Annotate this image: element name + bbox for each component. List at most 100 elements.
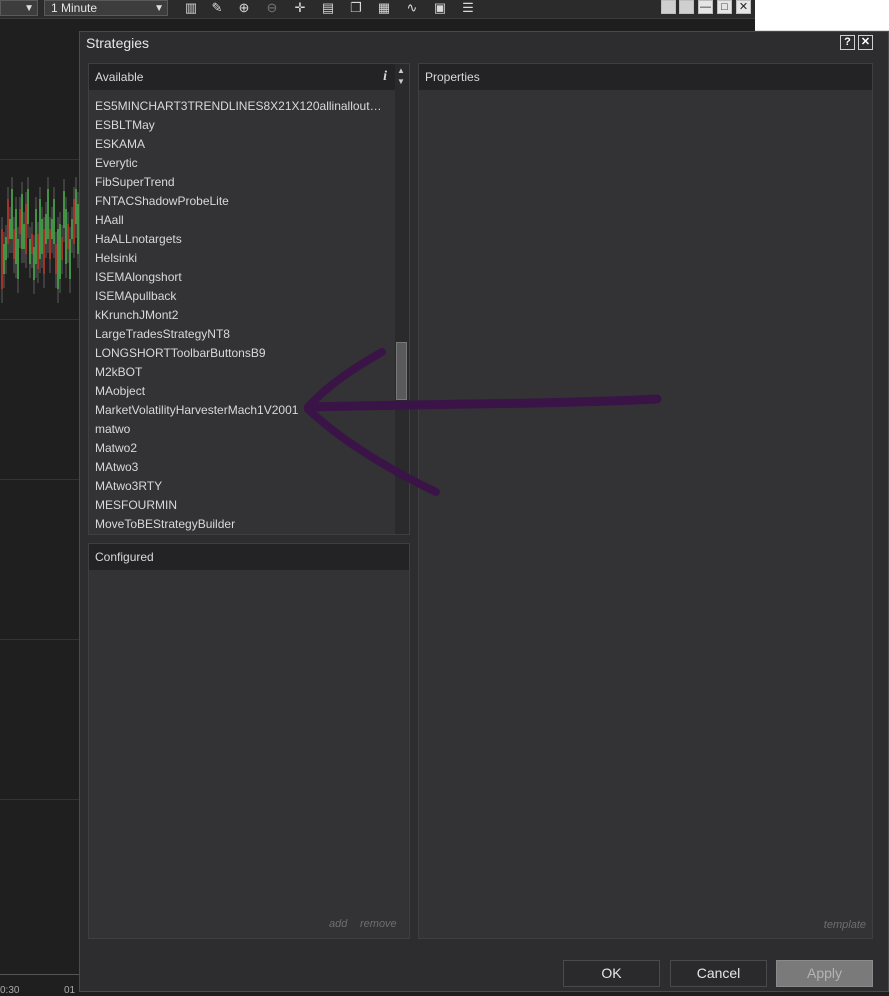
crosshair-icon[interactable]: ✛: [292, 1, 308, 15]
indicators-icon[interactable]: ▦: [376, 1, 392, 15]
available-header: Available i: [89, 64, 395, 90]
minimize-icon: —: [700, 1, 711, 13]
candle-body: [57, 229, 59, 289]
candle-body: [67, 224, 69, 249]
candle-body: [41, 219, 43, 254]
list-item[interactable]: kKrunchJMont2: [95, 308, 178, 322]
instrument-dropdown[interactable]: ▼: [0, 0, 38, 16]
dialog-title: Strategies: [86, 35, 150, 51]
maximize-icon: □: [721, 1, 728, 13]
cancel-button[interactable]: Cancel: [670, 960, 767, 987]
list-item[interactable]: MarketVolatilityHarvesterMach1V2001: [95, 403, 298, 417]
list-item[interactable]: matwo: [95, 422, 130, 436]
candle-body: [73, 199, 75, 244]
list-item[interactable]: ESBLTMay: [95, 118, 155, 132]
list-item[interactable]: MAtwo3RTY: [95, 479, 162, 493]
time-axis-label: 01: [64, 985, 76, 996]
candle-body: [27, 189, 29, 224]
candle-body: [35, 209, 37, 264]
list-item[interactable]: ESKAMA: [95, 137, 145, 151]
candle-body: [49, 229, 51, 259]
list-item[interactable]: HAall: [95, 213, 124, 227]
interval-value: 1 Minute: [51, 1, 98, 15]
minimize-button[interactable]: —: [698, 0, 713, 14]
candle-body: [43, 229, 45, 274]
properties-list-icon[interactable]: ☰: [460, 1, 476, 15]
candles-layer: [1, 177, 80, 303]
candle-body: [37, 234, 39, 269]
list-item[interactable]: LONGSHORTToolbarButtonsB9: [95, 346, 266, 360]
available-list[interactable]: ES5MINCHART3TRENDLINES8X21X120allinallou…: [89, 96, 391, 532]
close-dialog-button[interactable]: ✕: [858, 35, 873, 50]
candle-body: [31, 234, 33, 254]
candle-body: [55, 244, 57, 274]
maximize-button[interactable]: □: [717, 0, 732, 14]
list-item[interactable]: MAobject: [95, 384, 145, 398]
candle-body: [39, 199, 41, 259]
candle-body: [75, 189, 77, 224]
list-item[interactable]: MoveToBEStrategyBuilder: [95, 517, 235, 531]
draw-pencil-icon[interactable]: ✎: [209, 1, 225, 15]
available-header-label: Available: [95, 70, 144, 84]
help-button[interactable]: ?: [840, 35, 855, 50]
ok-button[interactable]: OK: [563, 960, 660, 987]
candle-body: [25, 204, 27, 254]
list-item[interactable]: ES5MINCHART3TRENDLINES8X21X120allinallou…: [95, 99, 382, 113]
configured-panel: Configured add remove: [88, 543, 410, 939]
list-item[interactable]: Everytic: [95, 156, 138, 170]
candle-body: [51, 219, 53, 239]
candle-body: [71, 219, 73, 239]
strategies-icon[interactable]: ∿: [404, 1, 420, 15]
chart-trader-icon[interactable]: ▣: [432, 1, 448, 15]
candle-body: [15, 209, 17, 264]
candle-body: [69, 239, 71, 279]
remove-link[interactable]: remove: [360, 918, 397, 930]
candle-body: [47, 189, 49, 239]
templates-icon[interactable]: ❐: [348, 1, 364, 15]
candle-body: [11, 189, 13, 239]
list-item[interactable]: Matwo2: [95, 441, 137, 455]
apply-button[interactable]: Apply: [776, 960, 873, 987]
properties-panel: Properties template: [418, 63, 873, 939]
scroll-up-icon[interactable]: ▲: [397, 66, 405, 75]
chart-toolbar: ▼ 1 Minute ▼ ▥ ✎ ⊕ ⊖ ✛ ▤ ❐ ▦ ∿ ▣ ☰: [0, 0, 755, 19]
scroll-thumb[interactable]: [396, 342, 407, 400]
candle-body: [7, 199, 9, 244]
candle-body: [3, 244, 5, 274]
info-icon[interactable]: i: [383, 64, 387, 90]
candle-body: [53, 199, 55, 244]
list-item[interactable]: FibSuperTrend: [95, 175, 175, 189]
list-item[interactable]: ISEMAlongshort: [95, 270, 182, 284]
template-link[interactable]: template: [824, 919, 866, 931]
chevron-down-icon: ▼: [154, 3, 164, 14]
list-item[interactable]: MESFOURMIN: [95, 498, 177, 512]
list-item[interactable]: M2kBOT: [95, 365, 142, 379]
list-item[interactable]: ISEMApullback: [95, 289, 176, 303]
window-pin-button[interactable]: [679, 0, 694, 14]
available-panel: Available i ES5MINCHART3TRENDLINES8X21X1…: [88, 63, 410, 535]
configured-header: Configured: [89, 544, 409, 570]
candle-body: [23, 224, 25, 249]
list-item[interactable]: FNTACShadowProbeLite: [95, 194, 229, 208]
list-item[interactable]: Helsinki: [95, 251, 137, 265]
candle-body: [33, 247, 35, 280]
candle-body: [61, 237, 63, 260]
scroll-down-icon[interactable]: ▼: [397, 77, 405, 86]
add-link[interactable]: add: [329, 918, 347, 930]
list-item[interactable]: LargeTradesStrategyNT8: [95, 327, 230, 341]
zoom-out-icon[interactable]: ⊖: [264, 1, 280, 15]
data-box-icon[interactable]: ▤: [320, 1, 336, 15]
chevron-down-icon: ▼: [24, 3, 34, 14]
list-item[interactable]: MAtwo3: [95, 460, 138, 474]
bars-style-icon[interactable]: ▥: [183, 1, 199, 15]
zoom-in-icon[interactable]: ⊕: [236, 1, 252, 15]
close-window-button[interactable]: ✕: [736, 0, 751, 14]
available-scrollbar[interactable]: ▲ ▼: [395, 64, 409, 534]
list-item[interactable]: HaALLnotargets: [95, 232, 182, 246]
candle-body: [65, 209, 67, 264]
properties-header: Properties: [419, 64, 872, 90]
interval-dropdown[interactable]: 1 Minute ▼: [44, 0, 168, 16]
window-pin-button[interactable]: [661, 0, 676, 14]
help-icon: ?: [844, 36, 851, 48]
candle-body: [63, 191, 65, 228]
